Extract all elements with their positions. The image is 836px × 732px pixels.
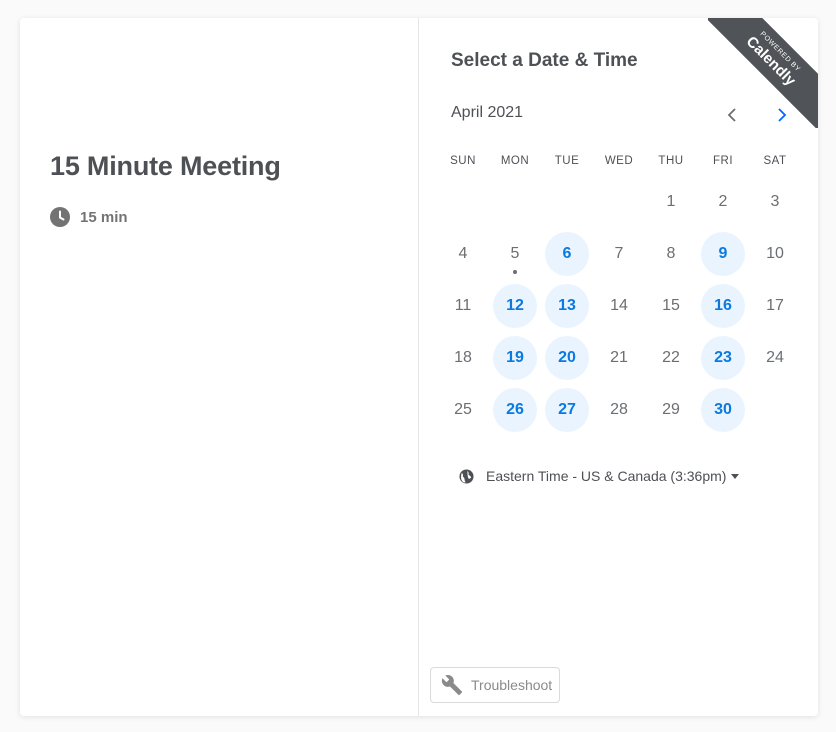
weekday-header: SUN MON TUE WED THU FRI SAT: [437, 155, 801, 167]
picker-title: Select a Date & Time: [451, 50, 638, 71]
available-day-button[interactable]: 6: [545, 232, 589, 276]
date-time-picker: Select a Date & Time April 2021 SUN MON TU…: [419, 18, 818, 716]
day-cell: 30: [697, 384, 749, 436]
day-number: 3: [770, 193, 780, 210]
day-cell: 5: [489, 228, 541, 280]
available-day-button[interactable]: 19: [493, 336, 537, 380]
day-number: 17: [766, 297, 784, 314]
available-day-button[interactable]: 27: [545, 388, 589, 432]
day-cell: 1: [645, 176, 697, 228]
brand-name: Calendly: [742, 33, 799, 90]
day-number: 14: [610, 297, 628, 314]
day-cell: 17: [749, 280, 801, 332]
weekday-label: TUE: [554, 155, 580, 167]
caret-down-icon: [731, 473, 740, 479]
day-cell: 24: [749, 332, 801, 384]
day-cell: 7: [593, 228, 645, 280]
day-cell: [541, 176, 593, 228]
event-details-panel: 15 Minute Meeting 15 min: [20, 18, 419, 716]
day-number: 10: [766, 245, 784, 262]
day-cell: [749, 384, 801, 436]
day-cell: 28: [593, 384, 645, 436]
day-cell: 13: [541, 280, 593, 332]
day-cell: 27: [541, 384, 593, 436]
chevron-left-icon: [727, 108, 736, 122]
day-cell: 26: [489, 384, 541, 436]
booking-card: 15 Minute Meeting 15 min Select a Date &…: [20, 18, 818, 716]
day-cell: 29: [645, 384, 697, 436]
day-cell: 19: [489, 332, 541, 384]
available-day-button[interactable]: 16: [701, 284, 745, 328]
weekday-label: SAT: [763, 155, 787, 167]
day-number: 25: [454, 401, 472, 418]
event-duration: 15 min: [50, 207, 128, 227]
available-day-button[interactable]: 12: [493, 284, 537, 328]
day-number: 28: [610, 401, 628, 418]
day-cell: 9: [697, 228, 749, 280]
powered-by-text: POWERED BY: [758, 30, 802, 74]
day-number: 1: [666, 193, 676, 210]
day-cell: 11: [437, 280, 489, 332]
calendar-grid: 1 2 3 4 5 6 7 8 9 10 11 12 13 14 15 16 17 18 19 20 21 22 23 24 2…: [437, 176, 801, 436]
next-month-button[interactable]: [769, 102, 795, 128]
clock-icon: [50, 207, 70, 227]
day-number: 18: [454, 349, 472, 366]
day-cell: 15: [645, 280, 697, 332]
day-cell: [593, 176, 645, 228]
weekday-label: THU: [658, 155, 684, 167]
day-number: 29: [662, 401, 680, 418]
wrench-icon: [441, 675, 463, 696]
day-cell: [437, 176, 489, 228]
month-label: April 2021: [451, 104, 524, 121]
day-number: 15: [662, 297, 680, 314]
available-day-button[interactable]: 13: [545, 284, 589, 328]
previous-month-button[interactable]: [719, 102, 745, 128]
available-day-button[interactable]: 26: [493, 388, 537, 432]
weekday-label: FRI: [712, 155, 734, 167]
day-cell: 10: [749, 228, 801, 280]
day-cell: 22: [645, 332, 697, 384]
day-cell: 25: [437, 384, 489, 436]
troubleshoot-label: Troubleshoot: [471, 677, 553, 693]
duration-label: 15 min: [80, 208, 128, 226]
chevron-right-icon: [778, 108, 787, 122]
day-number: 24: [766, 349, 784, 366]
day-cell: [489, 176, 541, 228]
day-number: 5: [510, 245, 520, 262]
day-cell: 8: [645, 228, 697, 280]
day-cell: 18: [437, 332, 489, 384]
timezone-label: Eastern Time - US & Canada (3:36pm): [486, 468, 727, 484]
day-number: 11: [454, 297, 472, 314]
day-number: 4: [458, 245, 468, 262]
troubleshoot-button[interactable]: Troubleshoot: [430, 667, 560, 703]
globe-icon: [459, 468, 474, 484]
day-number: 21: [610, 349, 628, 366]
day-cell: 20: [541, 332, 593, 384]
day-number: 8: [666, 245, 676, 262]
day-cell: 16: [697, 280, 749, 332]
event-title: 15 Minute Meeting: [50, 151, 281, 181]
day-cell: 3: [749, 176, 801, 228]
day-cell: 23: [697, 332, 749, 384]
available-day-button[interactable]: 20: [545, 336, 589, 380]
day-number: 7: [614, 245, 624, 262]
day-cell: 21: [593, 332, 645, 384]
day-cell: 12: [489, 280, 541, 332]
weekday-label: SUN: [450, 155, 476, 167]
available-day-button[interactable]: 9: [701, 232, 745, 276]
day-number: 2: [718, 193, 728, 210]
available-day-button[interactable]: 30: [701, 388, 745, 432]
day-cell: 4: [437, 228, 489, 280]
day-number: 22: [662, 349, 680, 366]
day-cell: 14: [593, 280, 645, 332]
available-day-button[interactable]: 23: [701, 336, 745, 380]
weekday-label: WED: [604, 155, 634, 167]
timezone-selector[interactable]: Eastern Time - US & Canada (3:36pm): [459, 468, 740, 484]
day-cell: 2: [697, 176, 749, 228]
day-cell: 6: [541, 228, 593, 280]
weekday-label: MON: [500, 155, 530, 167]
